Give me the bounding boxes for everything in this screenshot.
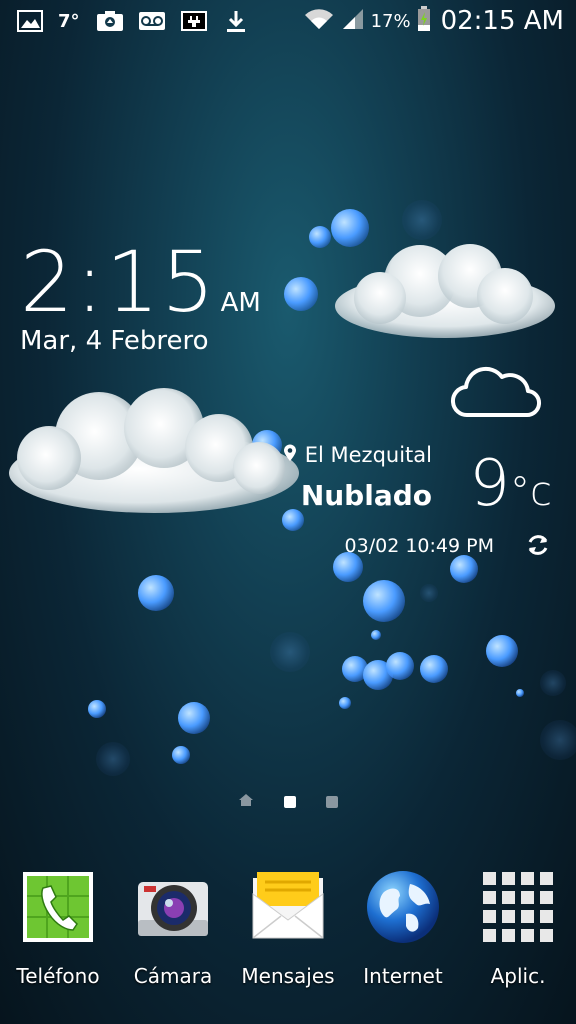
status-bar[interactable]: 7° 17% 02:15 AM [0, 0, 576, 42]
weather-widget[interactable]: El Mezquital Nublado 9°c 03/02 10:49 PM [283, 365, 552, 565]
gallery-icon [16, 8, 44, 34]
clock-date: Mar, 4 Febrero [20, 326, 209, 356]
wallpaper-bubble [270, 632, 310, 672]
home-page-indicator-icon[interactable] [238, 792, 254, 811]
camera-upload-icon [96, 8, 124, 34]
wifi-icon [303, 7, 335, 35]
battery-percent: 17% [370, 10, 411, 32]
weather-updated-time: 03/02 10:49 PM [344, 535, 494, 557]
weather-location-name: El Mezquital [304, 443, 432, 467]
page-indicator[interactable] [0, 792, 576, 811]
signal-icon [341, 7, 365, 35]
page-dot[interactable] [326, 795, 338, 808]
clock-ampm: AM [220, 288, 261, 318]
wallpaper-bubble [88, 700, 106, 718]
wallpaper-bubble [386, 652, 414, 680]
wallpaper-bubble [420, 655, 448, 683]
clock-widget[interactable]: 2:15 AM Mar, 4 Febrero [20, 240, 261, 356]
phone-icon [21, 870, 95, 944]
wallpaper-bubble [540, 720, 576, 760]
wallpaper-bubble [486, 635, 518, 667]
wallpaper-bubble [420, 584, 438, 602]
weather-temp-value: 9 [469, 447, 510, 521]
cloud-large-icon [9, 388, 299, 513]
wallpaper-bubble [178, 702, 210, 734]
wallpaper-bubble [96, 742, 130, 776]
weather-condition: Nublado [300, 479, 432, 512]
wallpaper-bubble [284, 277, 318, 311]
usb-charging-icon [180, 8, 208, 34]
page-dot-active[interactable] [284, 795, 296, 808]
wallpaper-bubble [172, 746, 190, 764]
battery-charging-icon [417, 6, 431, 36]
app-label: Cámara [133, 964, 213, 988]
app-aplic[interactable]: Aplic. [463, 860, 573, 988]
internet-globe-icon [366, 870, 440, 944]
app-label: Internet [363, 964, 443, 988]
app-label: Aplic. [490, 964, 546, 988]
app-label: Mensajes [241, 964, 335, 988]
clock-time: 2:15 [20, 233, 217, 331]
voicemail-icon [138, 8, 166, 34]
weather-temperature: 9°c [469, 447, 552, 521]
apps-grid-icon [481, 870, 555, 944]
wallpaper-bubble [371, 630, 381, 640]
cloudy-icon [450, 365, 542, 425]
status-temperature: 7° [58, 10, 80, 32]
wallpaper-bubble [309, 226, 331, 248]
app-camara[interactable]: Cámara [118, 860, 228, 988]
app-telefono[interactable]: Teléfono [3, 860, 113, 988]
location-pin-icon [283, 443, 297, 467]
refresh-icon[interactable] [524, 531, 552, 563]
wallpaper-bubble [339, 697, 351, 709]
wallpaper-bubble [516, 689, 524, 697]
cloud-large-icon [335, 244, 555, 338]
app-mensajes[interactable]: Mensajes [233, 860, 343, 988]
wallpaper-bubble [138, 575, 174, 611]
weather-location: El Mezquital [283, 443, 432, 467]
download-icon [222, 8, 250, 34]
status-time: 02:15 AM [440, 6, 564, 36]
weather-temp-unit: °c [510, 469, 552, 515]
wallpaper-bubble [540, 670, 566, 696]
app-label: Teléfono [16, 964, 100, 988]
app-dock: Teléfono Cámara Mensajes Internet Aplic. [0, 860, 576, 1010]
wallpaper-bubble [363, 580, 405, 622]
messages-icon [251, 870, 325, 944]
camera-icon [136, 870, 210, 944]
app-internet[interactable]: Internet [348, 860, 458, 988]
